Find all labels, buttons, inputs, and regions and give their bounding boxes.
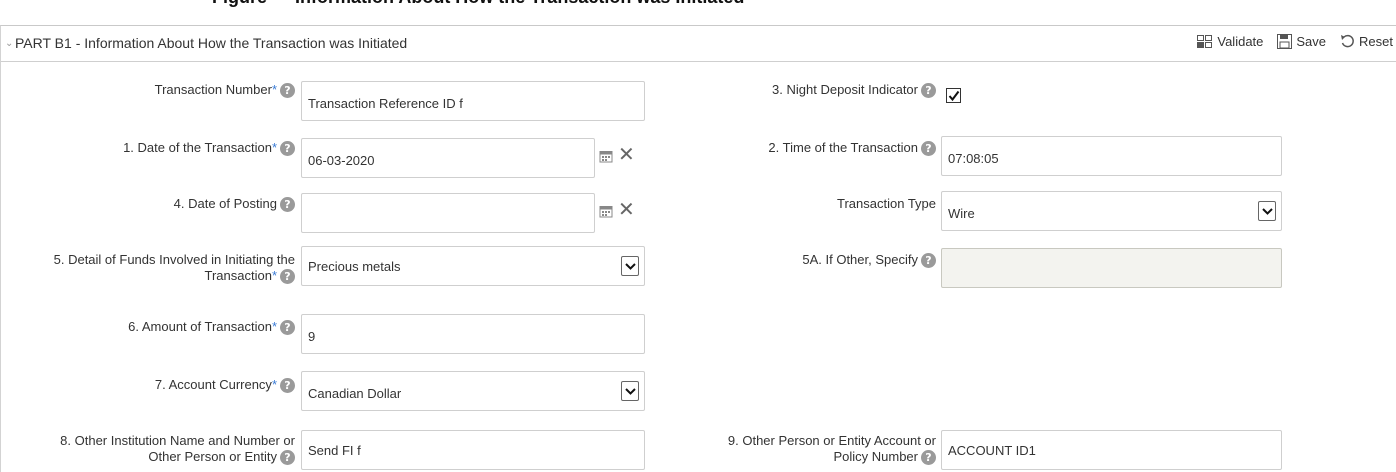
chevron-down-icon[interactable]: [621, 256, 639, 276]
detail-of-funds-value: Precious metals: [308, 259, 401, 274]
transaction-type-select[interactable]: Wire: [941, 191, 1282, 231]
transaction-number-label: Transaction Number*?: [11, 82, 295, 99]
label-text: Transaction Number: [154, 82, 272, 97]
account-currency-label: 7. Account Currency*?: [11, 377, 295, 394]
label-text: 1. Date of the Transaction: [123, 140, 272, 155]
amount-field[interactable]: 9: [301, 314, 645, 354]
reset-label: Reset: [1359, 34, 1393, 49]
reset-icon: [1341, 34, 1354, 48]
detail-of-funds-label: 5. Detail of Funds Involved in Initiatin…: [1, 252, 295, 285]
panel-header[interactable]: ⌄ PART B1 - Information About How the Tr…: [1, 26, 1396, 62]
date-of-posting-label: 4. Date of Posting?: [11, 196, 295, 213]
detail-of-funds-select[interactable]: Precious metals: [301, 246, 645, 286]
account-currency-value: Canadian Dollar: [308, 386, 402, 401]
checkmark-icon: [948, 90, 960, 102]
date-of-posting-field[interactable]: [301, 193, 595, 233]
required-marker: *: [271, 82, 277, 97]
amount-value: 9: [308, 329, 316, 344]
help-icon[interactable]: ?: [921, 83, 936, 99]
other-account-label: 9. Other Person or Entity Account or Pol…: [631, 433, 936, 466]
validate-button[interactable]: Validate: [1197, 34, 1263, 49]
label-text: 7. Account Currency: [154, 377, 272, 392]
account-currency-select[interactable]: Canadian Dollar: [301, 371, 645, 411]
reset-button[interactable]: Reset: [1340, 34, 1393, 49]
figure-caption-text: Figure — Information About How the Trans…: [212, 0, 744, 8]
form-panel: ⌄ PART B1 - Information About How the Tr…: [0, 25, 1396, 472]
label-text: 4. Date of Posting: [173, 196, 277, 211]
time-of-transaction-value: 07:08:05: [948, 151, 999, 166]
time-of-transaction-label: 2. Time of the Transaction?: [641, 140, 936, 157]
chevron-down-icon[interactable]: [621, 381, 639, 401]
save-button[interactable]: Save: [1277, 34, 1326, 49]
required-marker: *: [271, 377, 277, 392]
other-account-value: ACCOUNT ID1: [948, 443, 1036, 458]
night-deposit-checkbox[interactable]: [946, 88, 961, 103]
label-text: 2. Time of the Transaction: [768, 140, 918, 155]
label-text: 9. Other Person or Entity Account or: [727, 433, 936, 448]
clear-icon[interactable]: ✕: [618, 142, 635, 166]
validate-label: Validate: [1217, 34, 1264, 49]
help-icon[interactable]: ?: [280, 83, 295, 99]
help-icon[interactable]: ?: [921, 253, 936, 269]
other-institution-label: 8. Other Institution Name and Number or …: [1, 433, 295, 466]
chevron-down-icon[interactable]: ⌄: [5, 38, 13, 49]
label-text: Transaction: [204, 268, 272, 283]
clear-icon[interactable]: ✕: [618, 197, 635, 221]
help-icon[interactable]: ?: [921, 450, 936, 466]
help-icon[interactable]: ?: [280, 141, 295, 157]
save-icon: [1277, 34, 1293, 49]
help-icon[interactable]: ?: [280, 378, 295, 394]
save-label: Save: [1296, 34, 1327, 49]
required-marker: *: [271, 268, 277, 283]
transaction-number-field[interactable]: Transaction Reference ID f: [301, 81, 645, 121]
label-text: Transaction Type: [837, 196, 936, 211]
transaction-type-label: Transaction Type: [641, 196, 936, 212]
other-account-field[interactable]: ACCOUNT ID1: [941, 430, 1282, 470]
calendar-icon[interactable]: [599, 204, 613, 218]
label-text: Policy Number: [833, 449, 918, 464]
night-deposit-label: 3. Night Deposit Indicator?: [641, 82, 936, 99]
label-text: Other Person or Entity: [148, 449, 277, 464]
label-text: 8. Other Institution Name and Number or: [60, 433, 295, 448]
date-of-transaction-value: 06-03-2020: [308, 153, 375, 168]
label-text: 5. Detail of Funds Involved in Initiatin…: [53, 252, 295, 267]
panel-toolbar: Validate Save Reset: [1197, 34, 1393, 49]
help-icon[interactable]: ?: [280, 450, 295, 466]
transaction-type-value: Wire: [948, 206, 975, 221]
calendar-icon[interactable]: [599, 149, 613, 163]
help-icon[interactable]: ?: [921, 141, 936, 157]
label-text: 3. Night Deposit Indicator: [772, 82, 918, 97]
help-icon[interactable]: ?: [280, 320, 295, 336]
date-of-transaction-field[interactable]: 06-03-2020: [301, 138, 595, 178]
time-of-transaction-field[interactable]: 07:08:05: [941, 136, 1282, 176]
label-text: 6. Amount of Transaction: [128, 319, 272, 334]
label-text: 5A. If Other, Specify: [802, 252, 918, 267]
amount-label: 6. Amount of Transaction*?: [11, 319, 295, 336]
panel-title: PART B1 - Information About How the Tran…: [15, 35, 408, 51]
required-marker: *: [271, 140, 277, 155]
figure-caption: Figure — Information About How the Trans…: [0, 0, 1396, 24]
validate-icon: [1197, 34, 1213, 48]
help-icon[interactable]: ?: [280, 197, 295, 213]
other-institution-value: Send FI f: [308, 443, 361, 458]
date-of-transaction-label: 1. Date of the Transaction*?: [11, 140, 295, 157]
chevron-down-icon[interactable]: [1258, 201, 1276, 221]
transaction-number-value: Transaction Reference ID f: [308, 96, 463, 111]
other-specify-label: 5A. If Other, Specify?: [641, 252, 936, 269]
required-marker: *: [271, 319, 277, 334]
other-specify-field: [941, 248, 1282, 288]
help-icon[interactable]: ?: [280, 269, 295, 285]
other-institution-field[interactable]: Send FI f: [301, 430, 645, 470]
